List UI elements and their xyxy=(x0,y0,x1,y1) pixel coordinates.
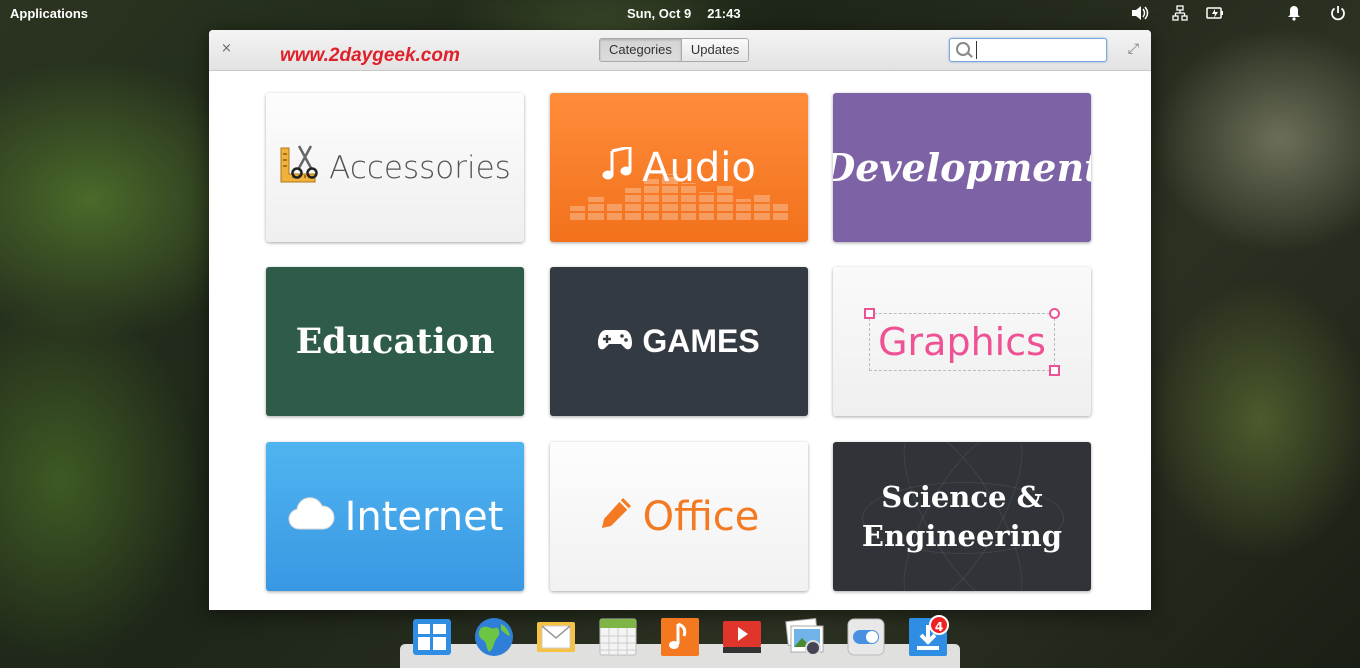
category-label: Office xyxy=(642,493,760,540)
category-audio[interactable]: Audio xyxy=(550,93,808,242)
category-games[interactable]: GAMES xyxy=(550,267,808,416)
music-icon[interactable] xyxy=(659,616,701,658)
cloud-icon xyxy=(287,494,335,540)
category-label: Accessories xyxy=(329,149,511,186)
music-note-icon xyxy=(602,144,632,191)
top-panel: Applications Sun, Oct 9 21:43 xyxy=(0,0,1360,28)
fullscreen-icon[interactable]: ⤢ xyxy=(1128,41,1139,57)
system-settings-icon[interactable] xyxy=(845,616,887,658)
clock-date: Sun, Oct 9 xyxy=(627,6,692,21)
notifications-icon[interactable] xyxy=(1286,5,1302,24)
category-label: Graphics xyxy=(878,319,1046,364)
category-label: Science & Engineering xyxy=(862,478,1062,556)
selection-frame-decoration: Graphics xyxy=(864,307,1060,376)
mail-icon[interactable] xyxy=(535,616,577,658)
applications-menu[interactable]: Applications xyxy=(10,6,88,21)
category-label-line2: Engineering xyxy=(861,518,1063,553)
category-label: GAMES xyxy=(642,323,760,359)
clock-time: 21:43 xyxy=(707,6,741,21)
category-label: Development xyxy=(833,145,1091,190)
calendar-icon[interactable] xyxy=(597,616,639,658)
category-development[interactable]: Development xyxy=(833,93,1091,242)
category-label: Audio xyxy=(642,144,756,191)
web-browser-icon[interactable] xyxy=(473,616,515,658)
titlebar: × www.2daygeek.com Categories Updates ⤢ xyxy=(209,30,1151,71)
category-education[interactable]: Education xyxy=(266,267,524,416)
videos-icon[interactable] xyxy=(721,616,763,658)
watermark: www.2daygeek.com xyxy=(280,45,460,66)
clock[interactable]: Sun, Oct 9 21:43 xyxy=(627,6,757,21)
volume-icon[interactable] xyxy=(1130,5,1150,24)
pencil-icon xyxy=(599,494,633,540)
category-internet[interactable]: Internet xyxy=(266,442,524,591)
category-label-line1: Science & xyxy=(881,479,1043,514)
multitasking-view-icon[interactable] xyxy=(411,616,453,658)
updates-badge: 4 xyxy=(929,615,949,635)
search-box xyxy=(949,38,1107,62)
category-science-engineering[interactable]: Science & Engineering xyxy=(833,442,1091,591)
power-icon[interactable] xyxy=(1330,5,1346,24)
accessories-icon xyxy=(279,144,319,192)
network-icon[interactable] xyxy=(1172,5,1188,24)
category-office[interactable]: Office xyxy=(550,442,808,591)
photos-icon[interactable] xyxy=(783,616,825,658)
category-label: Internet xyxy=(344,493,504,540)
category-graphics[interactable]: Graphics xyxy=(833,267,1091,416)
tab-categories[interactable]: Categories xyxy=(600,39,681,61)
close-icon[interactable]: × xyxy=(221,41,232,56)
battery-icon[interactable] xyxy=(1206,5,1224,24)
category-accessories[interactable]: Accessories xyxy=(266,93,524,242)
view-mode-switcher: Categories Updates xyxy=(599,38,750,62)
gamepad-icon xyxy=(598,323,633,360)
search-icon xyxy=(956,42,970,56)
search-input[interactable] xyxy=(976,41,1105,59)
category-label: Education xyxy=(295,321,495,362)
tab-updates[interactable]: Updates xyxy=(680,39,749,61)
appcenter-window: × www.2daygeek.com Categories Updates ⤢ … xyxy=(209,30,1151,610)
